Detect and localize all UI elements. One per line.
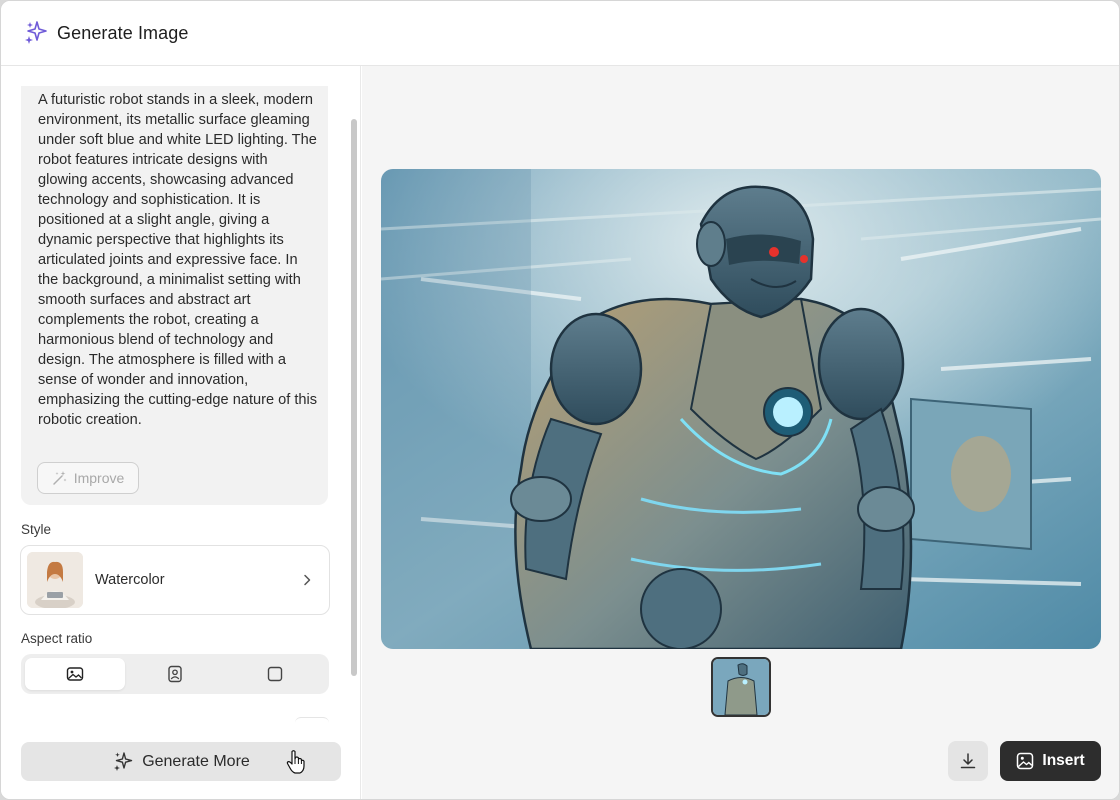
magic-wand-icon [52,471,67,485]
aspect-ratio-label: Aspect ratio [21,631,93,646]
prompt-text[interactable]: A futuristic robot stands in a sleek, mo… [38,90,318,430]
download-button[interactable] [948,741,988,781]
insert-button[interactable]: Insert [1000,741,1101,781]
landscape-image-icon [66,667,84,681]
style-selector[interactable]: Watercolor [20,545,330,615]
generate-more-label: Generate More [142,752,250,770]
aspect-square-option[interactable] [225,658,325,690]
style-thumbnail [27,552,83,608]
chevron-right-icon [304,574,311,586]
portrait-icon [168,665,182,683]
hand-pointer-icon [286,750,305,774]
download-icon [960,753,976,769]
improve-label: Improve [73,470,125,486]
improve-button[interactable]: Improve [37,462,139,494]
dialog-title: Generate Image [57,22,189,43]
sparkle-icon [25,21,47,44]
sparkle-icon [114,751,133,771]
prompt-textarea[interactable]: A futuristic robot stands in a sleek, mo… [21,86,328,505]
generated-image [381,169,1101,649]
generate-image-dialog: Generate Image A futuristic robot stands… [0,0,1120,800]
aspect-ratio-toggle [21,654,329,694]
next-section-edge [295,717,329,723]
image-icon [1017,752,1034,770]
style-label: Style [21,522,52,537]
aspect-landscape-option[interactable] [25,658,125,690]
insert-label: Insert [1042,752,1085,769]
aspect-portrait-option[interactable] [125,658,225,690]
style-name: Watercolor [95,572,165,588]
panel-scrollbar[interactable] [351,119,357,676]
preview-panel: Insert [362,66,1119,799]
square-icon [267,666,283,682]
image-thumbnail[interactable] [711,657,771,717]
dialog-header: Generate Image [1,1,1119,66]
settings-panel: A futuristic robot stands in a sleek, mo… [1,66,361,799]
